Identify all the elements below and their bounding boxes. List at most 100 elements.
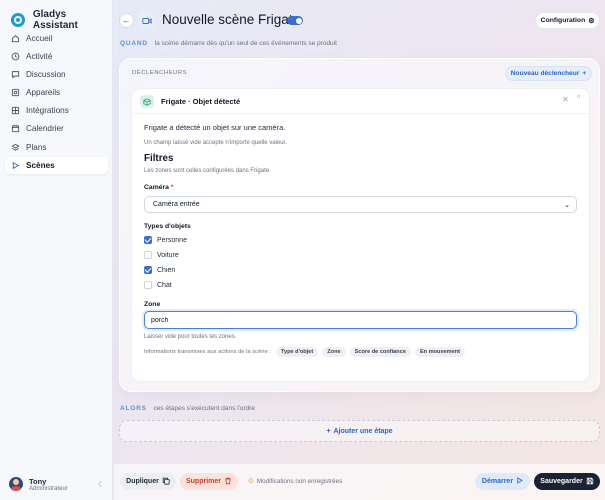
checkbox-checked[interactable]: [144, 266, 152, 274]
moon-icon[interactable]: ☾: [98, 480, 105, 489]
required-marker: *: [170, 184, 174, 191]
trigger-description: Frigate a détecté un objet sur une camér…: [144, 123, 286, 132]
save-button[interactable]: Sauvegarder: [534, 473, 600, 490]
quand-keyword: QUAND: [120, 40, 148, 47]
checkbox-unchecked[interactable]: [144, 251, 152, 259]
user-text: Tony Administrateur: [29, 477, 68, 492]
action-bar: Dupliquer Supprimer ⊙ Modifications non …: [114, 463, 605, 500]
avatar: [9, 477, 23, 491]
save-icon: [586, 477, 594, 487]
gear-icon: ⚙: [588, 17, 595, 25]
delete-button[interactable]: Supprimer: [180, 473, 238, 490]
sidebar-item-label: Scènes: [26, 160, 55, 170]
plus-icon: +: [326, 427, 331, 435]
checkbox-checked[interactable]: [144, 236, 152, 244]
delete-label: Supprimer: [185, 478, 221, 485]
filters-title: Filtres: [144, 153, 174, 164]
transmitted-info-text: Informations transmises aux actions de l…: [144, 349, 271, 355]
sidebar-item-plans[interactable]: Plans: [5, 139, 108, 156]
video-camera-icon: [138, 12, 155, 29]
page-title[interactable]: Nouvelle scène Frigate: [162, 12, 300, 27]
add-step-button[interactable]: + Ajouter une étape: [119, 420, 600, 442]
info-chip-moving: En mouvement: [414, 347, 466, 357]
sidebar-item-activite[interactable]: Activité: [5, 48, 108, 65]
checkbox-chat[interactable]: Chat: [144, 280, 172, 290]
layers-icon: [11, 143, 20, 152]
sidebar-item-appareils[interactable]: Appareils: [5, 84, 108, 101]
chevron-up-icon[interactable]: ^: [577, 95, 580, 102]
copy-icon: [162, 477, 170, 487]
sidebar-item-integrations[interactable]: Intégrations: [5, 102, 108, 119]
filters-subtitle: Les zones sont celles configurées dans F…: [144, 168, 271, 174]
checkbox-label: Personne: [157, 236, 187, 244]
sidebar-item-calendrier[interactable]: Calendrier: [5, 120, 108, 137]
start-button[interactable]: Démarrer: [475, 473, 530, 490]
devices-icon: [11, 88, 20, 97]
play-icon: [11, 161, 20, 170]
trash-icon: [224, 477, 232, 487]
brand[interactable]: Gladys Assistant: [11, 9, 112, 31]
sidebar: Gladys Assistant Accueil Activité Discus…: [0, 0, 113, 500]
new-trigger-button[interactable]: Nouveau déclencheur +: [505, 66, 592, 81]
triggers-panel: DÉCLENCHEURS Nouveau déclencheur + Friga…: [119, 58, 600, 392]
sidebar-item-label: Activité: [26, 52, 53, 62]
duplicate-button[interactable]: Dupliquer: [120, 473, 176, 490]
sidebar-nav: Accueil Activité Discussion Appareils In…: [5, 30, 108, 175]
sidebar-item-label: Appareils: [26, 88, 61, 98]
configuration-button[interactable]: Configuration ⚙: [535, 12, 600, 29]
info-chip-zone: Zone: [322, 347, 346, 357]
sidebar-item-label: Discussion: [26, 70, 66, 80]
close-icon[interactable]: ✕: [562, 95, 569, 104]
home-icon: [11, 34, 20, 43]
sidebar-item-label: Plans: [26, 142, 47, 152]
sidebar-item-scenes[interactable]: Scènes: [5, 156, 108, 174]
camera-select-value: Caméra entrée: [153, 201, 200, 208]
alors-keyword: ALORS: [120, 405, 147, 412]
checkbox-unchecked[interactable]: [144, 281, 152, 289]
quand-section-header: QUAND la scène démarre dès qu'un seul de…: [120, 40, 337, 47]
back-button[interactable]: ←: [119, 13, 134, 28]
new-trigger-label: Nouveau déclencheur: [510, 70, 580, 77]
checkbox-label: Chat: [157, 281, 172, 289]
add-step-label: Ajouter une étape: [333, 427, 393, 435]
info-chip-object-type: Type d'objet: [275, 347, 319, 357]
cube-icon: [140, 95, 154, 108]
zone-hint: Laisser vide pour toutes les zones.: [144, 334, 237, 340]
zone-input[interactable]: [144, 311, 577, 329]
object-types-label: Types d'objets: [144, 223, 191, 230]
checkbox-chien[interactable]: Chien: [144, 265, 175, 275]
sidebar-item-label: Intégrations: [26, 106, 69, 116]
quand-description: la scène démarre dès qu'un seul de ces é…: [154, 40, 337, 47]
plus-icon: +: [582, 70, 587, 77]
trigger-card-header[interactable]: Frigate · Objet détecté ✕ ^: [132, 89, 589, 114]
duplicate-label: Dupliquer: [126, 478, 159, 485]
camera-select[interactable]: Caméra entrée ⌄: [144, 196, 577, 213]
save-label: Sauvegarder: [540, 478, 583, 485]
sidebar-item-label: Accueil: [26, 34, 53, 43]
alors-section-header: ALORS ces étapes s'exécutent dans l'ordr…: [120, 405, 255, 412]
clock-icon: [11, 52, 20, 61]
transmitted-info-row: Informations transmises aux actions de l…: [144, 346, 466, 358]
checkbox-label: Chien: [157, 266, 176, 274]
start-label: Démarrer: [481, 478, 514, 485]
user-profile[interactable]: Tony Administrateur ☾: [9, 475, 105, 493]
checkbox-personne[interactable]: Personne: [144, 235, 187, 245]
empty-field-hint: Un champ laissé vide accepte n'importe q…: [144, 140, 287, 146]
warning-icon: ⊙: [248, 478, 254, 485]
checkbox-label: Voiture: [157, 251, 179, 259]
grid-icon: [11, 106, 20, 115]
chat-icon: [11, 70, 20, 79]
arrow-left-icon: ←: [122, 16, 131, 25]
unsaved-text: Modifications non enregistrées: [256, 477, 343, 485]
triggers-section-label: DÉCLENCHEURS: [132, 70, 188, 76]
sidebar-item-accueil[interactable]: Accueil: [5, 30, 108, 47]
checkbox-voiture[interactable]: Voiture: [144, 250, 179, 260]
alors-description: ces étapes s'exécutent dans l'ordre: [153, 405, 256, 412]
camera-label: Caméra *: [144, 184, 173, 191]
user-role: Administrateur: [29, 485, 68, 492]
chevron-down-icon: ⌄: [564, 202, 570, 209]
brand-name: Gladys Assistant: [32, 9, 78, 31]
configuration-button-label: Configuration: [540, 17, 586, 24]
sidebar-item-discussion[interactable]: Discussion: [5, 66, 108, 83]
scene-enabled-toggle[interactable]: [287, 16, 303, 25]
